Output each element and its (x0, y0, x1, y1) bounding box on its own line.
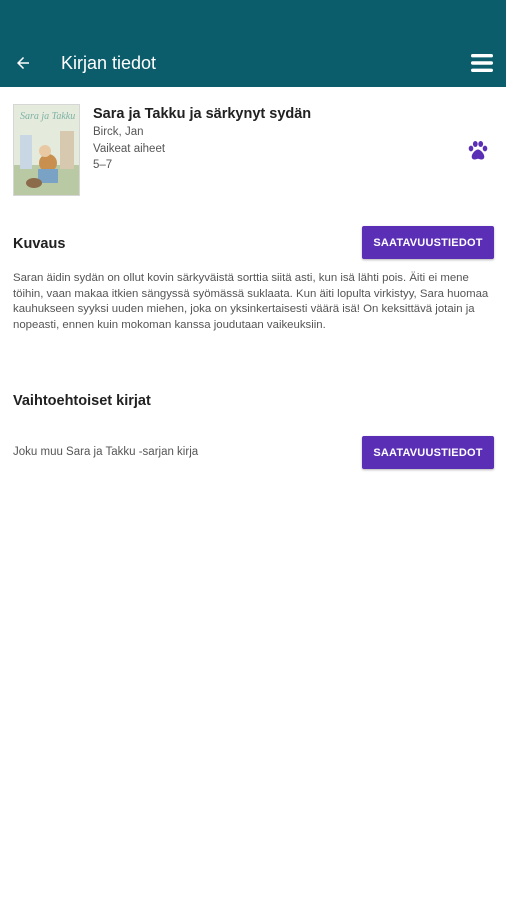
book-cover-image: Sara ja Takku (13, 104, 80, 196)
availability-button[interactable]: SAATAVUUSTIEDOT (362, 226, 494, 259)
cover-title-text: Sara ja Takku (20, 111, 75, 122)
book-title: Sara ja Takku ja särkynyt sydän (93, 106, 312, 122)
alternatives-heading: Vaihtoehtoiset kirjat (13, 393, 151, 409)
alternative-book-text: Joku muu Sara ja Takku -sarjan kirja (13, 446, 199, 458)
back-button[interactable] (8, 48, 38, 78)
book-category: Vaikeat aiheet (93, 143, 166, 155)
arrow-left-icon (17, 57, 29, 69)
app-screen: Kirjan tiedot Sara ja Takku Sara ja Takk… (0, 0, 506, 900)
page-title: Kirjan tiedot (61, 53, 157, 73)
alternative-availability-button[interactable]: SAATAVUUSTIEDOT (362, 436, 494, 469)
hamburger-menu-icon (471, 54, 493, 72)
menu-button[interactable] (466, 48, 498, 78)
cover-illustration: Sara ja Takku (14, 105, 79, 195)
app-bar: Kirjan tiedot (0, 0, 506, 87)
description-heading: Kuvaus (13, 236, 66, 252)
book-age-range: 5–7 (93, 159, 113, 171)
paw-icon (468, 141, 488, 160)
book-author: Birck, Jan (93, 126, 144, 138)
book-description: Saran äidin sydän on ollut kovin särkyvä… (13, 272, 489, 331)
